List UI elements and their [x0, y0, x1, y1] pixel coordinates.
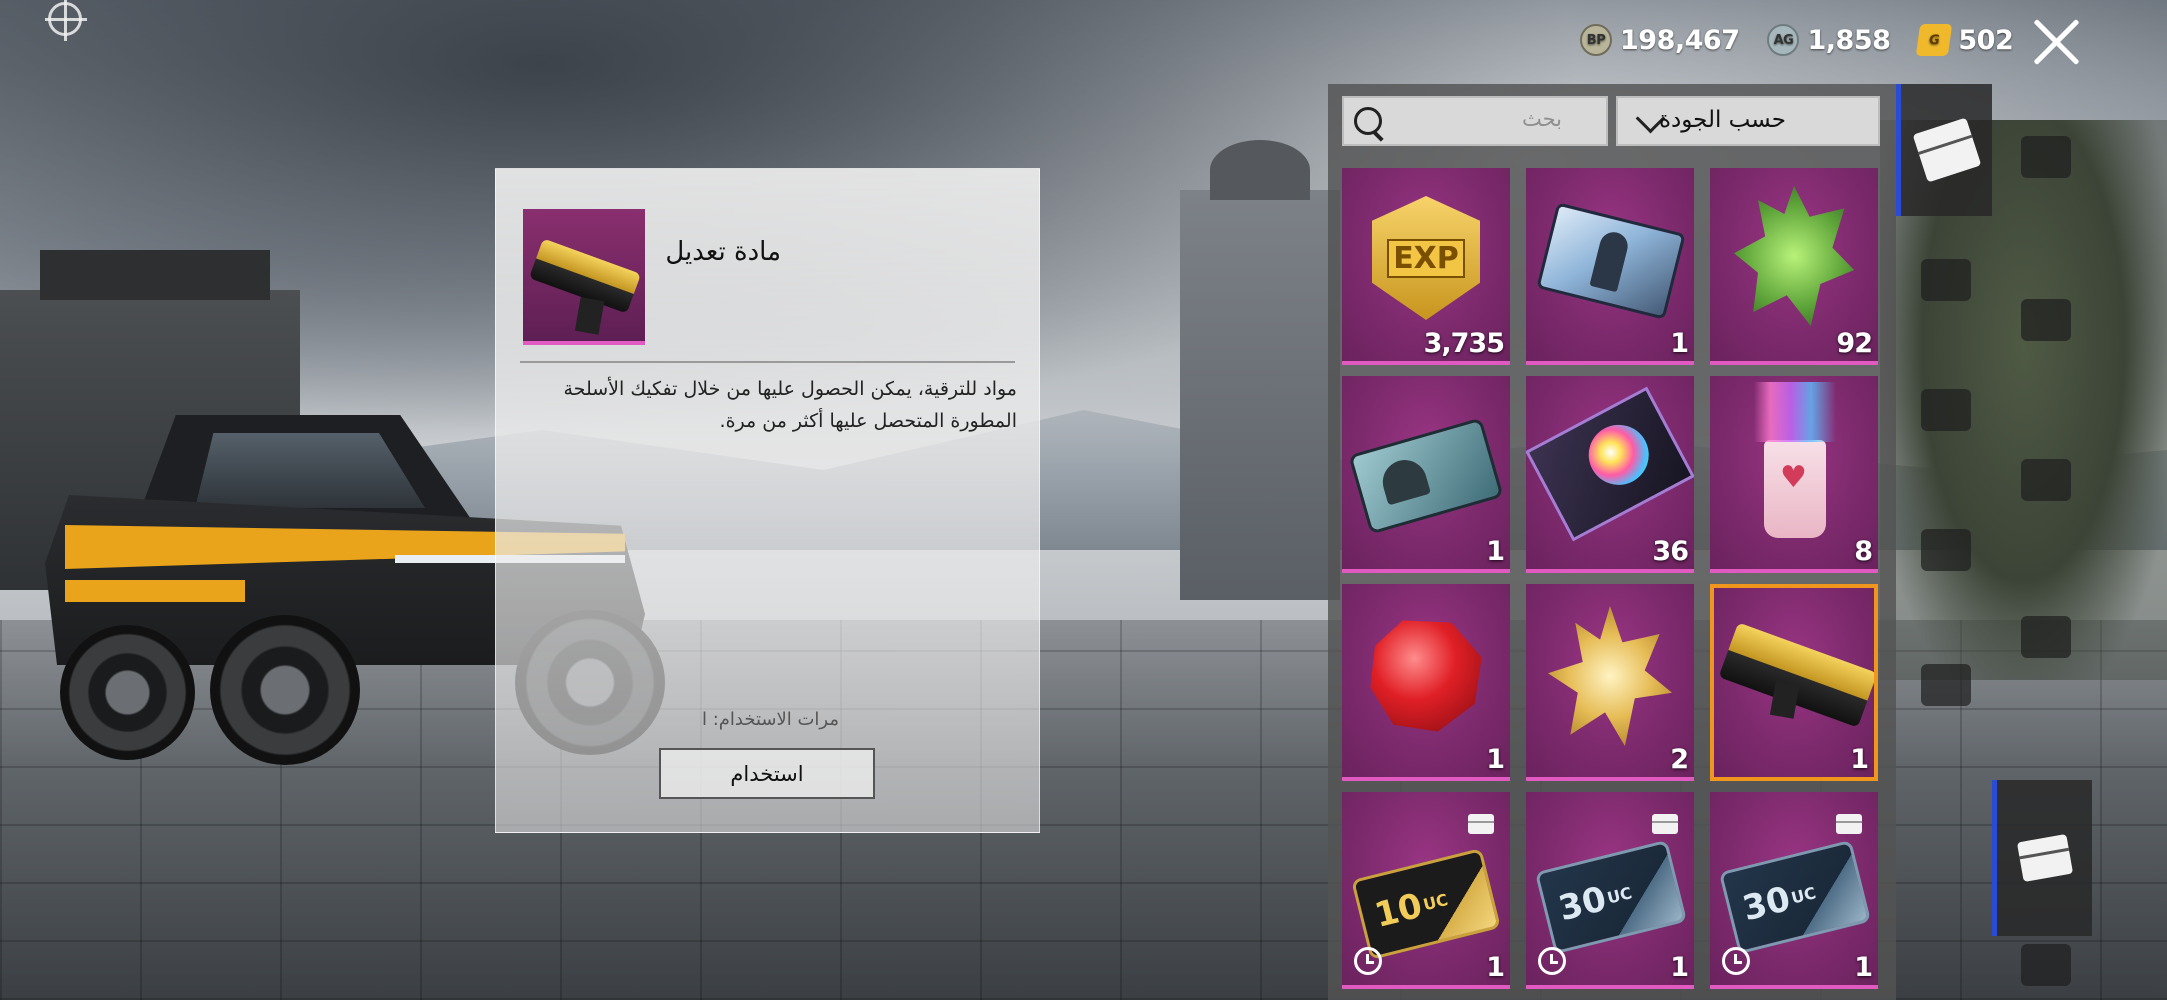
box-icon[interactable]	[1921, 664, 1971, 706]
uc-voucher-icon: 10 UC	[1354, 851, 1498, 957]
bp-amount: 198,467	[1620, 24, 1740, 56]
uc-amount: 30	[1738, 878, 1795, 930]
building-icon[interactable]	[2021, 616, 2071, 658]
crosshair-icon[interactable]	[45, 0, 87, 41]
chest-icon	[1652, 814, 1678, 834]
pistol-icon[interactable]	[2021, 299, 2071, 341]
red-gem-icon	[1370, 620, 1482, 732]
character-icon[interactable]	[2021, 944, 2071, 986]
clock-icon	[1538, 947, 1566, 975]
inventory-item-uc-voucher-30[interactable]: 30 UC 1	[1526, 792, 1694, 989]
item-quantity: 3,735	[1423, 328, 1505, 359]
exp-card-icon: EXP	[1372, 196, 1480, 320]
vehicle-stripe	[65, 580, 245, 602]
item-detail-title: مادة تعديل	[665, 237, 781, 267]
inventory-item-uc-voucher-10[interactable]: 10 UC 1	[1342, 792, 1510, 989]
item-quantity: 1	[1486, 744, 1505, 775]
inventory-item-red-gem[interactable]: 1	[1342, 584, 1510, 781]
sort-dropdown[interactable]: حسب الجودة	[1616, 96, 1880, 146]
g-amount: 502	[1958, 24, 2014, 56]
upgrade-material-icon	[1718, 622, 1874, 728]
upgrade-material-icon	[528, 238, 642, 314]
search-icon	[1354, 107, 1382, 135]
inventory-panel: بحث حسب الجودة EXP 3,735 1 92 1 36 ♥ 8 1…	[1328, 84, 1896, 1000]
currency-ag: AG 1,858	[1767, 24, 1891, 56]
steering-wheel-icon[interactable]	[2021, 459, 2071, 501]
color-palette-icon	[1529, 390, 1691, 538]
chest-icon	[1468, 814, 1494, 834]
category-rail	[1896, 84, 2167, 1000]
crate-icon	[1912, 117, 1981, 183]
uses-count: مرات الاستخدام: ا	[701, 709, 839, 730]
item-quantity: 1	[1486, 952, 1505, 983]
item-quantity: 8	[1854, 536, 1873, 567]
silver-fragment-icon: AG	[1767, 24, 1800, 56]
inventory-grid: EXP 3,735 1 92 1 36 8 1	[1342, 168, 1878, 989]
search-input[interactable]: بحث	[1342, 96, 1608, 146]
uc-amount: 30	[1554, 878, 1611, 930]
item-detail-panel: مادة تعديل مواد للترقية، يمكن الحصول علي…	[495, 168, 1040, 833]
uc-unit: UC	[1421, 889, 1450, 914]
inventory-item-heart-cup[interactable]: 8	[1710, 376, 1878, 573]
item-quantity: 1	[1854, 952, 1873, 983]
vehicle-wheel	[210, 615, 360, 765]
inventory-item-color-palette-box[interactable]: 36	[1526, 376, 1694, 573]
uc-unit: UC	[1789, 882, 1818, 908]
gold-g-coin-icon: G	[1916, 24, 1953, 56]
inventory-item-uc-voucher-30[interactable]: 30 UC 1	[1710, 792, 1878, 989]
inventory-item-gold-star-crystal[interactable]: 2	[1526, 584, 1694, 781]
chest-icon	[1836, 814, 1862, 834]
uc-amount: 10	[1370, 885, 1427, 936]
ag-amount: 1,858	[1807, 24, 1891, 56]
inventory-item-green-crystal[interactable]: 92	[1710, 168, 1878, 365]
item-detail-icon	[523, 209, 645, 345]
item-quantity: 36	[1652, 536, 1689, 567]
currency-bar: BP 198,467 AG 1,858 G 502	[1580, 24, 2014, 56]
green-crystal-icon	[1734, 186, 1854, 326]
clock-icon	[1722, 947, 1750, 975]
uc-unit: UC	[1605, 882, 1634, 908]
uc-voucher-icon: 30 UC	[1538, 843, 1684, 951]
sort-label: حسب الجودة	[1658, 107, 1786, 133]
item-detail-description: مواد للترقية، يمكن الحصول عليها من خلال …	[563, 378, 1018, 432]
search-placeholder: بحث	[1521, 107, 1562, 131]
castle-tower	[1180, 140, 1340, 600]
tab-materials[interactable]	[1992, 780, 2092, 936]
material-box-icon	[2016, 833, 2073, 883]
gold-star-crystal-icon	[1548, 606, 1672, 746]
item-quantity: 1	[1486, 536, 1505, 567]
close-button[interactable]	[2028, 14, 2084, 70]
ammo-icon[interactable]	[1921, 389, 1971, 431]
currency-g: G 502	[1916, 24, 2014, 56]
inventory-item-helmet-ticket[interactable]: 1	[1342, 376, 1510, 573]
inventory-item-exp-card[interactable]: EXP 3,735	[1342, 168, 1510, 365]
use-button[interactable]: استخدام	[659, 748, 875, 799]
bp-coin-icon: BP	[1580, 24, 1612, 56]
uc-voucher-icon: 30 UC	[1722, 843, 1868, 951]
item-quantity: 1	[1850, 744, 1869, 775]
item-quantity: 2	[1670, 744, 1689, 775]
item-quantity: 92	[1836, 328, 1873, 359]
id-card-icon	[1539, 205, 1683, 317]
outfit-icon[interactable]	[2021, 136, 2071, 178]
vehicle-wheel	[60, 625, 195, 760]
inventory-item-id-card[interactable]: 1	[1526, 168, 1694, 365]
clock-icon	[1354, 947, 1382, 975]
inventory-item-upgrade-material[interactable]: 1	[1710, 584, 1878, 781]
item-quantity: 1	[1670, 952, 1689, 983]
helmet-ticket-icon	[1352, 421, 1500, 531]
item-quantity: 1	[1670, 328, 1689, 359]
heart-cup-icon	[1754, 382, 1836, 538]
ticket-icon[interactable]	[1921, 259, 1971, 301]
currency-bp: BP 198,467	[1580, 24, 1740, 56]
tab-crates[interactable]	[1896, 84, 1992, 216]
flame-icon[interactable]	[1921, 529, 1971, 571]
divider	[520, 361, 1015, 363]
